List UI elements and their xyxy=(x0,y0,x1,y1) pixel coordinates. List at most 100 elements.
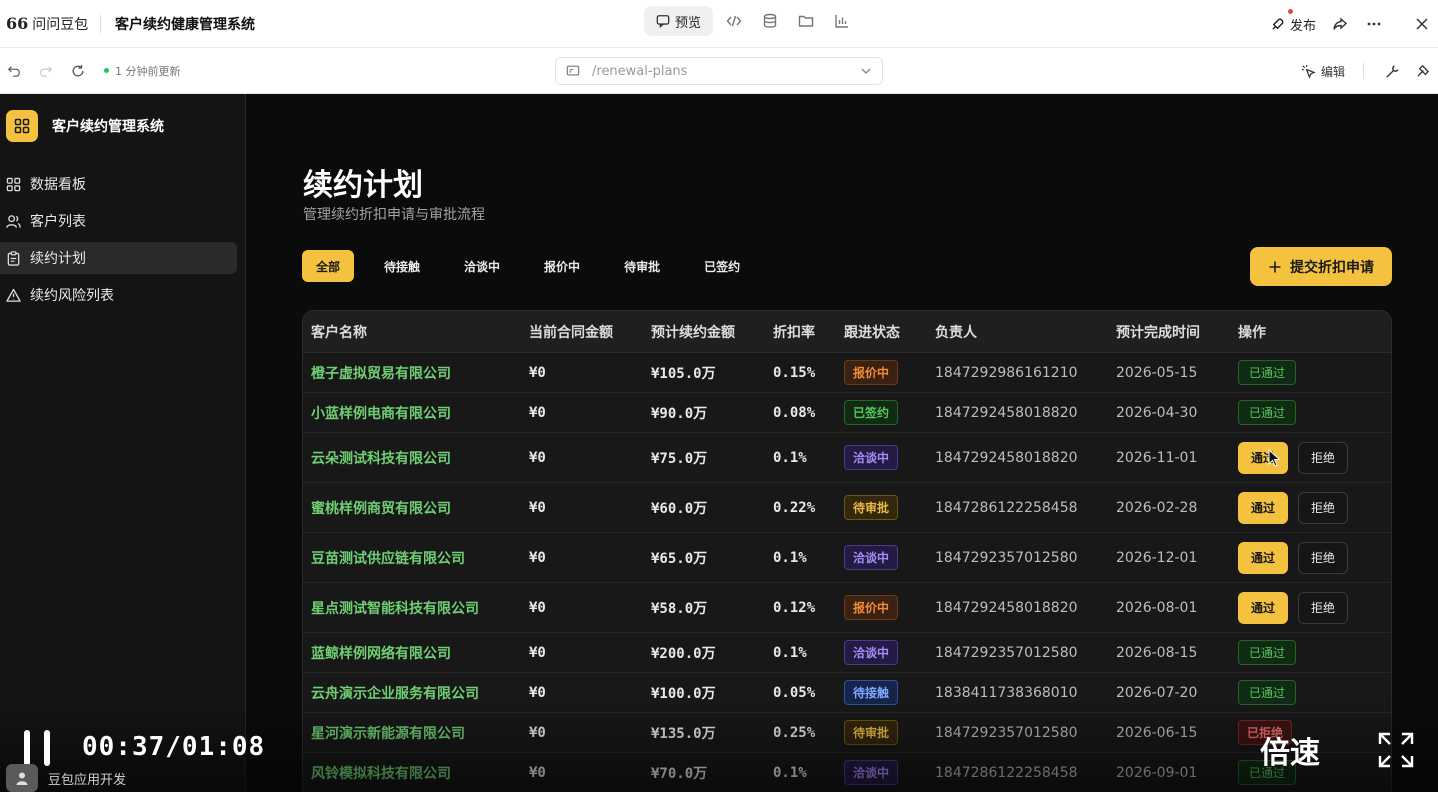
sidebar-item-renewal-plans[interactable]: 续约计划 xyxy=(0,242,237,274)
redo-icon[interactable] xyxy=(36,61,56,81)
filter-tab-all[interactable]: 全部 xyxy=(302,250,355,282)
reject-button[interactable]: 拒绝 xyxy=(1298,491,1348,524)
due-date: 2026-09-01 xyxy=(1116,764,1198,781)
approved-badge: 已通过 xyxy=(1238,400,1297,425)
due-date: 2026-07-20 xyxy=(1116,684,1198,701)
sidebar-item-dashboard[interactable]: 数据看板 xyxy=(0,168,237,200)
sidebar-item-risk-list[interactable]: 续约风险列表 xyxy=(0,279,237,311)
table-row[interactable]: 星河演示新能源有限公司 ¥0 ¥135.0万 0.25% 待审批 1847292… xyxy=(303,713,1391,753)
filter-tab-quoting[interactable]: 报价中 xyxy=(530,250,594,282)
company-name[interactable]: 星点测试智能科技有限公司 xyxy=(303,598,529,618)
design-tool-icon[interactable] xyxy=(1412,61,1432,81)
pause-button[interactable] xyxy=(24,730,50,766)
sidebar-item-label: 续约风险列表 xyxy=(30,288,114,304)
discount-rate: 0.1% xyxy=(773,449,807,466)
owner-id: 1847292458018820 xyxy=(935,404,1078,421)
reject-button[interactable]: 拒绝 xyxy=(1298,541,1348,574)
sidebar-item-label: 续约计划 xyxy=(30,251,86,267)
wrench-icon[interactable] xyxy=(1382,61,1402,81)
code-icon[interactable] xyxy=(719,6,749,36)
table-row[interactable]: 星点测试智能科技有限公司 ¥0 ¥58.0万 0.12% 报价中 1847292… xyxy=(303,583,1391,633)
owner-id: 1847292458018820 xyxy=(935,599,1078,616)
due-date: 2026-08-15 xyxy=(1116,644,1198,661)
due-date: 2026-12-01 xyxy=(1116,549,1198,566)
sidebar: 客户续约管理系统 数据看板 客户列表 续约计划 续约风险列表 xyxy=(0,94,246,792)
approved-badge: 已通过 xyxy=(1238,680,1297,705)
brand-name: 问问豆包 xyxy=(32,16,89,33)
expected-amount: ¥75.0万 xyxy=(651,450,708,467)
app-logo-icon xyxy=(6,110,38,142)
current-amount: ¥0 xyxy=(529,764,546,781)
table-row[interactable]: 橙子虚拟贸易有限公司 ¥0 ¥105.0万 0.15% 报价中 18472929… xyxy=(303,353,1391,393)
share-icon[interactable] xyxy=(1330,14,1350,34)
undo-icon[interactable] xyxy=(4,61,24,81)
table-row[interactable]: 小蓝样例电商有限公司 ¥0 ¥90.0万 0.08% 已签约 184729245… xyxy=(303,393,1391,433)
filter-tab-negotiating[interactable]: 洽谈中 xyxy=(450,250,514,282)
company-name[interactable]: 蜜桃样例商贸有限公司 xyxy=(303,498,529,518)
bar-chart-icon[interactable] xyxy=(827,6,857,36)
chevron-down-icon xyxy=(861,68,871,74)
expected-amount: ¥135.0万 xyxy=(651,725,716,742)
table-row[interactable]: 蜜桃样例商贸有限公司 ¥0 ¥60.0万 0.22% 待审批 184728612… xyxy=(303,483,1391,533)
current-amount: ¥0 xyxy=(529,499,546,516)
renewal-plan-table: 客户名称 当前合同金额 预计续约金额 折扣率 跟进状态 负责人 预计完成时间 操… xyxy=(302,310,1392,792)
divider xyxy=(1363,63,1364,79)
chat-bubble-icon xyxy=(656,15,670,28)
edit-tools: 编辑 xyxy=(1301,48,1432,94)
status-badge: 洽谈中 xyxy=(844,545,899,570)
app-dev-icon[interactable] xyxy=(6,764,38,792)
approve-button[interactable]: 通过 xyxy=(1238,491,1288,524)
folder-icon[interactable] xyxy=(791,6,821,36)
company-name[interactable]: 豆苗测试供应链有限公司 xyxy=(303,548,529,568)
column-header: 折扣率 xyxy=(773,324,815,341)
table-row[interactable]: 风铃模拟科技有限公司 ¥0 ¥70.0万 0.1% 洽谈中 1847286122… xyxy=(303,753,1391,792)
company-name[interactable]: 云朵测试科技有限公司 xyxy=(303,448,529,468)
approve-button[interactable]: 通过 xyxy=(1238,591,1288,624)
refresh-icon[interactable] xyxy=(68,61,88,81)
current-amount: ¥0 xyxy=(529,684,546,701)
playback-speed-button[interactable]: 倍速 xyxy=(1260,728,1320,772)
fullscreen-icon[interactable] xyxy=(1376,730,1416,770)
approved-badge: 已通过 xyxy=(1238,360,1297,385)
status-filter-tabs: 全部 待接触 洽谈中 报价中 待审批 已签约 xyxy=(302,250,754,282)
status-dot xyxy=(104,68,109,73)
preview-button[interactable]: 预览 xyxy=(644,6,714,36)
sidebar-item-customers[interactable]: 客户列表 xyxy=(0,205,237,237)
table-row[interactable]: 豆苗测试供应链有限公司 ¥0 ¥65.0万 0.1% 洽谈中 184729235… xyxy=(303,533,1391,583)
filter-tab-signed[interactable]: 已签约 xyxy=(690,250,754,282)
status-badge: 待接触 xyxy=(844,680,899,705)
expected-amount: ¥70.0万 xyxy=(651,765,708,782)
edit-button[interactable]: 编辑 xyxy=(1301,63,1345,80)
submit-discount-request-button[interactable]: 提交折扣申请 xyxy=(1250,247,1392,286)
reject-button[interactable]: 拒绝 xyxy=(1298,591,1348,624)
company-name[interactable]: 云舟演示企业服务有限公司 xyxy=(303,683,529,703)
filter-tab-to-contact[interactable]: 待接触 xyxy=(370,250,434,282)
close-icon[interactable] xyxy=(1412,14,1432,34)
due-date: 2026-05-15 xyxy=(1116,364,1198,381)
page-subtitle: 管理续约折扣申请与审批流程 xyxy=(303,207,485,223)
filter-tab-pending-approval[interactable]: 待审批 xyxy=(610,250,674,282)
company-name[interactable]: 橙子虚拟贸易有限公司 xyxy=(303,363,529,383)
company-name[interactable]: 星河演示新能源有限公司 xyxy=(303,723,529,743)
project-title: 客户续约健康管理系统 xyxy=(115,16,255,33)
table-row[interactable]: 云舟演示企业服务有限公司 ¥0 ¥100.0万 0.05% 待接触 183841… xyxy=(303,673,1391,713)
page-icon xyxy=(566,65,580,76)
company-name[interactable]: 小蓝样例电商有限公司 xyxy=(303,403,529,423)
users-icon xyxy=(6,214,21,228)
publish-button[interactable]: 发布 xyxy=(1270,8,1316,34)
dock: 豆包应用开发 xyxy=(6,764,126,792)
database-icon[interactable] xyxy=(755,6,785,36)
table-row[interactable]: 蓝鲸样例网络有限公司 ¥0 ¥200.0万 0.1% 洽谈中 184729235… xyxy=(303,633,1391,673)
reject-button[interactable]: 拒绝 xyxy=(1298,441,1348,474)
route-select[interactable]: /renewal-plans xyxy=(555,57,883,85)
notification-dot xyxy=(1287,8,1293,14)
discount-rate: 0.1% xyxy=(773,549,807,566)
company-name[interactable]: 蓝鲸样例网络有限公司 xyxy=(303,643,529,663)
approve-button[interactable]: 通过 xyxy=(1238,541,1288,574)
sidebar-item-label: 客户列表 xyxy=(30,214,86,230)
more-icon[interactable] xyxy=(1364,14,1384,34)
brand[interactable]: 66 问问豆包 xyxy=(0,14,96,34)
company-name[interactable]: 风铃模拟科技有限公司 xyxy=(303,763,529,783)
table-row[interactable]: 云朵测试科技有限公司 ¥0 ¥75.0万 0.1% 洽谈中 1847292458… xyxy=(303,433,1391,483)
column-header: 跟进状态 xyxy=(844,324,900,341)
